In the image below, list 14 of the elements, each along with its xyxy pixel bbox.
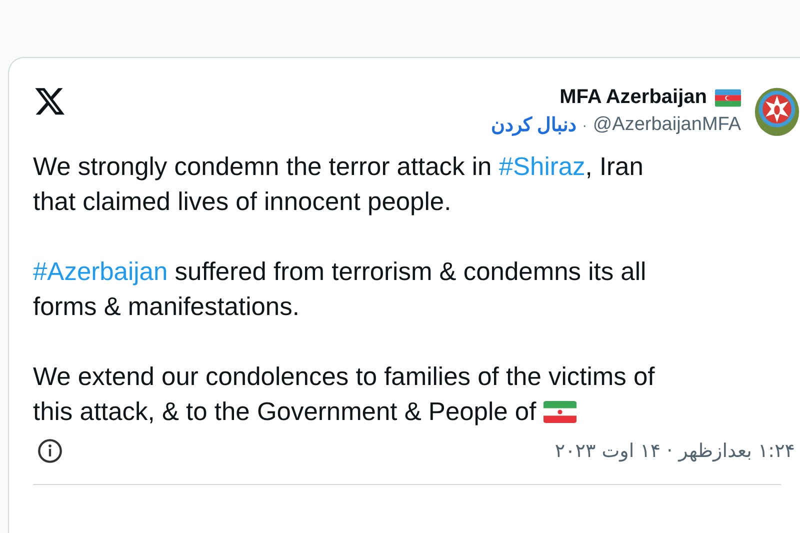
- tweet-text: #Azerbaijan suffered from terrorism & condemns its all forms & manifestations.: [33, 257, 646, 323]
- info-icon[interactable]: [37, 438, 63, 464]
- separator-dot: ·: [582, 117, 587, 133]
- follow-link[interactable]: دنبال کردن: [490, 113, 576, 137]
- timestamp[interactable]: ۱:۲۴ بعدازظهر · ۱۴ اوت ۲۰۲۳: [554, 440, 795, 462]
- account-name[interactable]: MFA Azerbaijan: [560, 86, 707, 109]
- account-handle: @AzerbaijanMFA: [592, 114, 741, 136]
- tweet-text: We extend our condolences to families of the victims of this attack, & to the Government & People of: [33, 362, 655, 428]
- flag-icon: [543, 401, 578, 423]
- x-logo-icon[interactable]: [33, 85, 67, 117]
- tweet-text: We strongly condemn the terror attack in #Shiraz, Iran that claimed lives of innocent people.: [33, 152, 644, 218]
- flag-icon: [715, 88, 741, 106]
- hashtag-link[interactable]: #Azerbaijan: [33, 258, 168, 286]
- hashtag-link[interactable]: #Shiraz: [498, 153, 586, 181]
